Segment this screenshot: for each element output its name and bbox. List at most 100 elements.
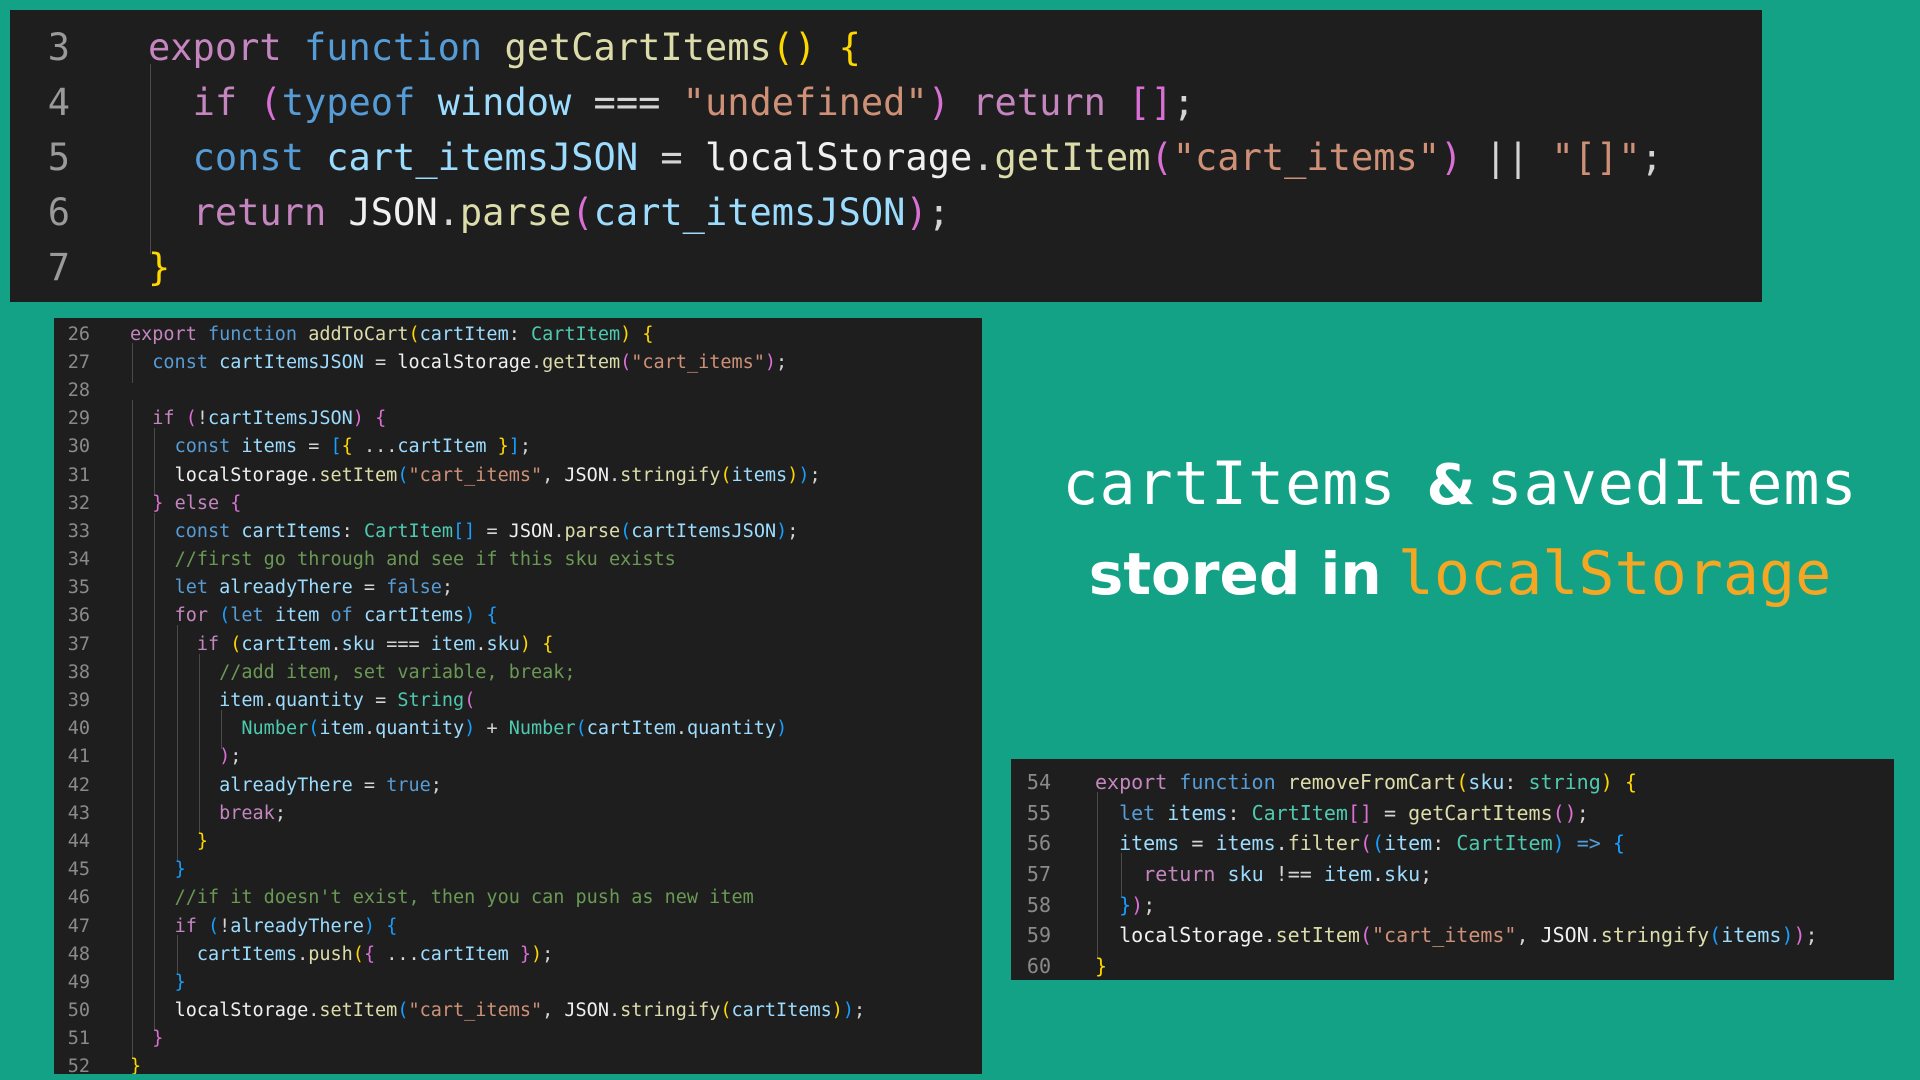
code-token: Number bbox=[241, 718, 309, 740]
code-line: 45 } bbox=[54, 850, 982, 891]
code-text: } bbox=[130, 1056, 141, 1074]
code-token: ) bbox=[776, 718, 788, 740]
code-token: stringify bbox=[1600, 923, 1710, 948]
code-token: alreadyThere bbox=[219, 577, 353, 599]
code-line: 37 if (cartItem.sku === item.sku) { bbox=[54, 625, 982, 665]
headline-saved-items: savedItems bbox=[1486, 449, 1858, 519]
code-token: quantity bbox=[274, 690, 364, 712]
code-line: 46 //if it doesn't exist, then you can p… bbox=[54, 879, 982, 919]
code-token: setItem bbox=[1275, 923, 1360, 948]
code-token: let bbox=[174, 577, 208, 599]
line-number: 59 bbox=[1026, 923, 1051, 948]
line-number: 50 bbox=[67, 1000, 90, 1022]
code-token: localStorage bbox=[174, 1000, 309, 1022]
code-token: ( bbox=[408, 323, 420, 345]
code-text: if (cartItem.sku === item.sku) { bbox=[130, 625, 553, 665]
indent-guide bbox=[1095, 883, 1119, 928]
code-token: "cart_items" bbox=[1371, 923, 1517, 948]
code-token: ; bbox=[1143, 892, 1156, 917]
line-number: 39 bbox=[67, 690, 90, 712]
code-token: } bbox=[152, 492, 164, 514]
code-token: } bbox=[148, 246, 171, 289]
indent-guide bbox=[152, 766, 174, 806]
code-token: ) bbox=[798, 464, 810, 486]
code-token: ) bbox=[927, 81, 950, 124]
code-token: cartItemsJSON bbox=[207, 408, 353, 430]
indent-guide bbox=[1095, 853, 1119, 898]
indent-guide bbox=[130, 1019, 152, 1060]
line-number: 35 bbox=[67, 577, 90, 599]
code-token: cartItem bbox=[397, 436, 487, 458]
code-token: export bbox=[1095, 770, 1168, 795]
code-line: 5 const cart_itemsJSON = localStorage.ge… bbox=[10, 119, 1762, 200]
code-token: if bbox=[196, 633, 220, 655]
indent-guide bbox=[152, 879, 174, 919]
code-line: 49 } bbox=[54, 963, 982, 1004]
code-token: window bbox=[437, 81, 572, 124]
line-number: 7 bbox=[47, 246, 70, 289]
code-text: let alreadyThere = false; bbox=[130, 568, 453, 609]
code-token: //if it doesn't exist, then you can push… bbox=[174, 887, 754, 909]
code-token: . bbox=[297, 943, 309, 965]
headline: cartItems & savedItems stored in localStora… bbox=[1000, 440, 1920, 630]
indent-guide bbox=[197, 681, 219, 722]
code-token: ! bbox=[196, 408, 208, 430]
indent-guide bbox=[152, 597, 174, 637]
code-token: quantity bbox=[375, 718, 465, 740]
code-token: ( bbox=[219, 605, 231, 627]
code-token: items bbox=[1119, 831, 1180, 856]
code-token: { bbox=[642, 323, 654, 345]
code-token: true bbox=[386, 774, 431, 796]
indent-guide bbox=[197, 653, 219, 694]
code-line: 39 item.quantity = String( bbox=[54, 681, 982, 722]
code-token: if bbox=[192, 81, 238, 124]
code-token: . bbox=[1275, 831, 1288, 856]
code-token: push bbox=[308, 943, 353, 965]
code-line: 26 export function addToCart(cartItem: Ca… bbox=[54, 320, 982, 348]
code-token: { bbox=[341, 436, 353, 458]
code-token: } bbox=[196, 830, 208, 852]
code-token: "cart_items" bbox=[408, 464, 543, 486]
code-token: . bbox=[1372, 862, 1385, 887]
code-token: localStorage bbox=[1119, 923, 1264, 948]
indent-guide bbox=[130, 540, 152, 581]
code-token: { bbox=[486, 605, 498, 627]
code-token: //add item, set variable, break; bbox=[219, 661, 576, 683]
code-line: 52} bbox=[54, 1053, 982, 1074]
indent-guide bbox=[130, 822, 152, 863]
indent-guide bbox=[130, 568, 152, 609]
indent-guide bbox=[175, 766, 197, 806]
code-token: item bbox=[430, 633, 476, 655]
code-token: item bbox=[219, 690, 264, 712]
code-line: 41 ); bbox=[54, 738, 982, 778]
code-token: . bbox=[553, 520, 565, 542]
code-token: + bbox=[475, 718, 509, 740]
indent-guide bbox=[130, 879, 152, 919]
code-token: . bbox=[308, 464, 320, 486]
code-token: ; bbox=[787, 520, 799, 542]
code-line: 59 localStorage.setItem("cart_items", JS… bbox=[1011, 914, 1894, 959]
code-line: 54 export function removeFromCart(sku: st… bbox=[1011, 767, 1894, 798]
code-token: stringify bbox=[620, 1000, 721, 1022]
code-text: } bbox=[130, 822, 208, 863]
code-token: { bbox=[1624, 770, 1637, 795]
code-token: "[]" bbox=[1551, 136, 1641, 179]
code-token: ) bbox=[1440, 136, 1463, 179]
indent-guide bbox=[130, 456, 152, 496]
indent-guide bbox=[130, 512, 152, 553]
indent-guide bbox=[152, 907, 174, 947]
code-text: export function getCartItems() { bbox=[148, 26, 861, 69]
code-token: CartItem bbox=[1456, 831, 1553, 856]
code-token: cartItem bbox=[241, 633, 331, 655]
code-line: 35 let alreadyThere = false; bbox=[54, 568, 982, 609]
indent-guide bbox=[130, 907, 152, 947]
